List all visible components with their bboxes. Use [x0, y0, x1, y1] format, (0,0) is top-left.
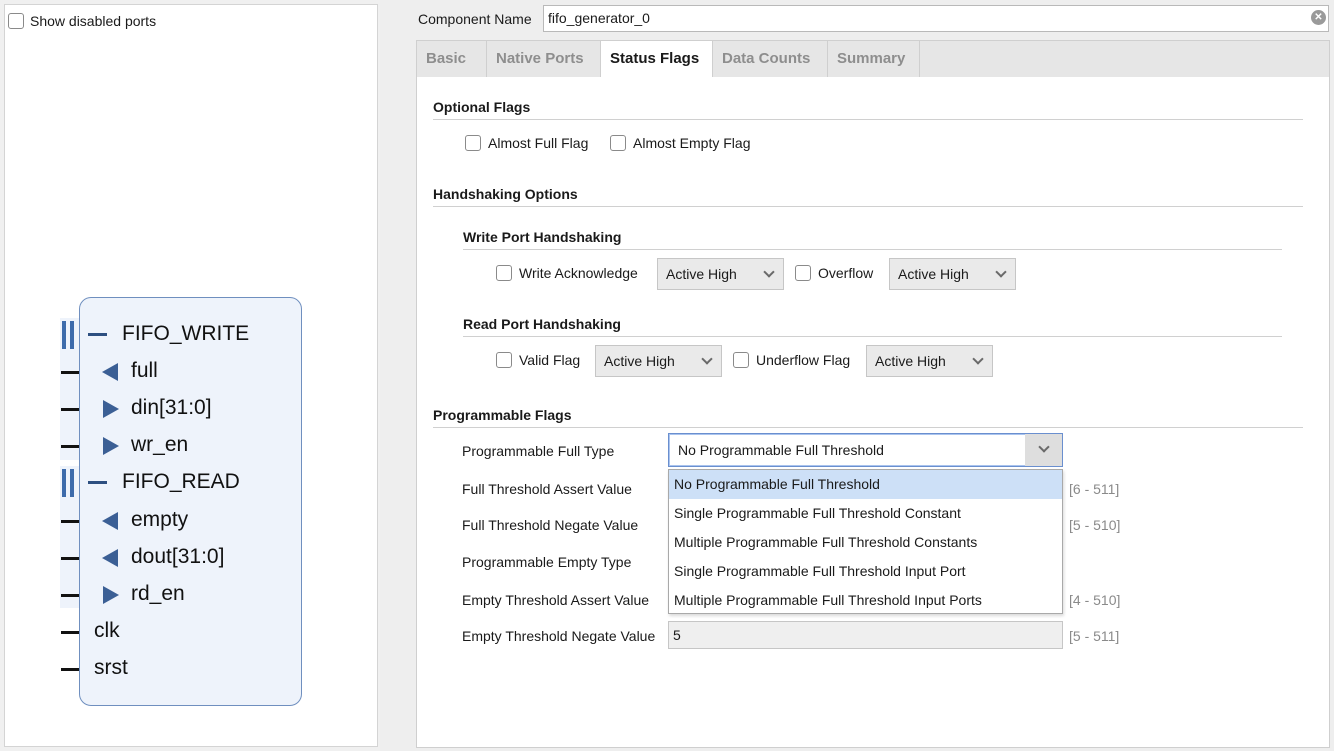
divider [463, 249, 1282, 250]
chevron-down-icon [763, 266, 775, 278]
valid-flag-select[interactable]: Active High [595, 345, 722, 377]
input-arrow-icon [103, 400, 119, 418]
dropdown-button[interactable] [1025, 434, 1062, 466]
ip-symbol-panel: Show disabled ports FIFO_WRITE full din[… [0, 0, 380, 751]
port-empty: empty [0, 506, 300, 536]
chevron-down-icon [995, 266, 1007, 278]
bus-interface-icon [62, 321, 75, 349]
valid-flag-label: Valid Flag [519, 352, 581, 368]
optional-flags-title: Optional Flags [433, 99, 531, 115]
divider [433, 119, 1303, 120]
underflow-flag-checkbox[interactable] [733, 352, 749, 368]
empty-threshold-assert-label: Empty Threshold Assert Value [462, 592, 650, 608]
programmable-flags-title: Programmable Flags [433, 407, 572, 423]
dropdown-option[interactable]: Single Programmable Full Threshold Input… [669, 557, 1062, 586]
component-name-input[interactable]: fifo_generator_0 [543, 5, 1329, 32]
empty-threshold-assert-range: [4 - 510] [1069, 592, 1121, 608]
overflow-label: Overflow [818, 265, 874, 281]
chevron-down-icon [701, 353, 713, 365]
almost-full-flag-option[interactable]: Almost Full Flag [465, 135, 588, 151]
valid-flag-checkbox[interactable] [496, 352, 512, 368]
divider [463, 336, 1282, 337]
programmable-empty-type-label: Programmable Empty Type [462, 554, 632, 570]
show-disabled-ports-option[interactable]: Show disabled ports [8, 13, 156, 29]
almost-empty-flag-option[interactable]: Almost Empty Flag [610, 135, 750, 151]
write-acknowledge-select[interactable]: Active High [657, 258, 784, 290]
almost-full-flag-label: Almost Full Flag [488, 135, 589, 151]
port-fifo-write[interactable]: FIFO_WRITE [0, 320, 300, 350]
dropdown-option[interactable]: Multiple Programmable Full Threshold Inp… [669, 586, 1062, 615]
almost-empty-flag-checkbox[interactable] [610, 135, 626, 151]
empty-threshold-negate-input[interactable]: 5 [668, 621, 1063, 649]
write-acknowledge-label: Write Acknowledge [519, 265, 638, 281]
programmable-full-type-select[interactable]: No Programmable Full Threshold [668, 433, 1063, 467]
write-port-handshaking-title: Write Port Handshaking [463, 229, 622, 245]
component-name-label: Component Name [418, 11, 532, 27]
full-threshold-negate-label: Full Threshold Negate Value [462, 517, 639, 533]
almost-full-flag-checkbox[interactable] [465, 135, 481, 151]
tab-native-ports[interactable]: Native Ports [487, 41, 601, 77]
clear-icon[interactable]: ✕ [1311, 10, 1326, 25]
valid-flag-value: Active High [604, 353, 675, 369]
port-wr-en: wr_en [0, 431, 300, 461]
full-threshold-assert-label: Full Threshold Assert Value [462, 481, 632, 497]
collapse-icon[interactable] [88, 481, 107, 484]
overflow-checkbox[interactable] [795, 265, 811, 281]
output-arrow-icon [102, 512, 118, 530]
empty-threshold-negate-range: [5 - 511] [1069, 628, 1120, 644]
overflow-option[interactable]: Overflow [795, 265, 873, 281]
valid-flag-option[interactable]: Valid Flag [496, 352, 580, 368]
tab-data-counts[interactable]: Data Counts [713, 41, 828, 77]
port-srst: srst [0, 654, 300, 684]
programmable-full-type-value: No Programmable Full Threshold [678, 442, 884, 458]
dropdown-option[interactable]: No Programmable Full Threshold [669, 470, 1062, 499]
empty-threshold-negate-label: Empty Threshold Negate Value [462, 628, 656, 644]
dropdown-option[interactable]: Multiple Programmable Full Threshold Con… [669, 528, 1062, 557]
port-fifo-read[interactable]: FIFO_READ [0, 468, 300, 498]
read-port-handshaking-title: Read Port Handshaking [463, 316, 621, 332]
input-arrow-icon [103, 586, 119, 604]
tab-strip: Basic Native Ports Status Flags Data Cou… [417, 41, 1329, 77]
port-rd-en: rd_en [0, 580, 300, 610]
bus-interface-icon [62, 469, 75, 497]
tab-summary[interactable]: Summary [828, 41, 920, 77]
port-clk: clk [0, 617, 300, 647]
almost-empty-flag-label: Almost Empty Flag [633, 135, 751, 151]
dropdown-option[interactable]: Single Programmable Full Threshold Const… [669, 499, 1062, 528]
input-arrow-icon [103, 437, 119, 455]
output-arrow-icon [102, 363, 118, 381]
overflow-select[interactable]: Active High [889, 258, 1016, 290]
underflow-flag-select[interactable]: Active High [866, 345, 993, 377]
collapse-icon[interactable] [88, 333, 107, 336]
full-threshold-negate-range: [5 - 510] [1069, 517, 1121, 533]
programmable-full-type-dropdown: No Programmable Full Threshold Single Pr… [668, 469, 1063, 614]
output-arrow-icon [102, 549, 118, 567]
port-full: full [0, 357, 300, 387]
chevron-down-icon [972, 353, 984, 365]
write-acknowledge-checkbox[interactable] [496, 265, 512, 281]
port-dout: dout[31:0] [0, 543, 300, 573]
tab-basic[interactable]: Basic [417, 41, 487, 77]
write-acknowledge-option[interactable]: Write Acknowledge [496, 265, 638, 281]
write-acknowledge-value: Active High [666, 266, 737, 282]
tab-status-flags[interactable]: Status Flags [601, 41, 713, 77]
programmable-full-type-label: Programmable Full Type [462, 443, 615, 459]
handshaking-options-title: Handshaking Options [433, 186, 578, 202]
show-disabled-ports-checkbox[interactable] [8, 13, 24, 29]
divider [433, 206, 1303, 207]
chevron-down-icon [1038, 441, 1050, 453]
port-din: din[31:0] [0, 394, 300, 424]
underflow-flag-value: Active High [875, 353, 946, 369]
underflow-flag-label: Underflow Flag [756, 352, 851, 368]
full-threshold-assert-range: [6 - 511] [1069, 481, 1120, 497]
show-disabled-ports-label: Show disabled ports [30, 13, 157, 29]
divider [433, 427, 1303, 428]
underflow-flag-option[interactable]: Underflow Flag [733, 352, 850, 368]
overflow-value: Active High [898, 266, 969, 282]
